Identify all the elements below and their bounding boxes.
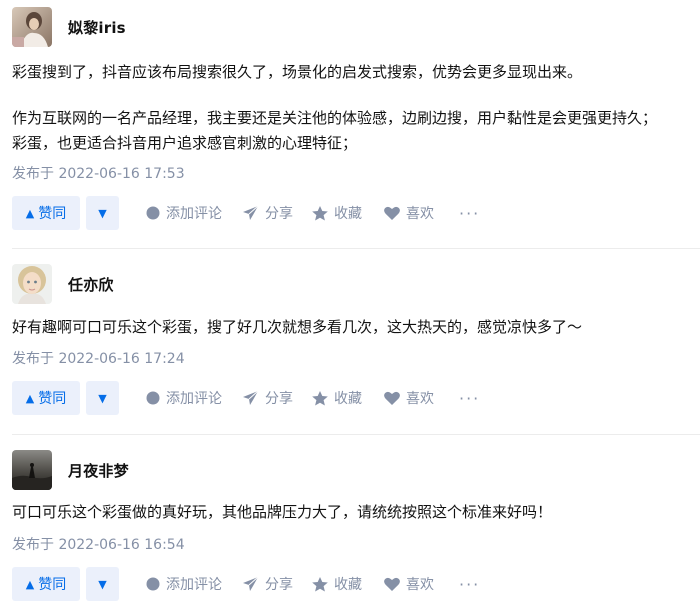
heart-icon [384, 206, 400, 220]
author-info: 姒黎iris [12, 7, 126, 47]
more-button[interactable]: ··· [459, 204, 480, 223]
favorite-label: 收藏 [334, 577, 362, 593]
content-paragraph: 彩蛋搜到了，抖音应该布局搜索很久了，场景化的启发式搜索，优势会更多显现出来。 [12, 63, 583, 81]
more-button[interactable]: ··· [459, 575, 480, 594]
like-label: 喜欢 [406, 206, 434, 222]
avatar[interactable] [12, 450, 52, 490]
favorite-label: 收藏 [334, 206, 362, 222]
share-label: 分享 [265, 391, 293, 407]
publish-time[interactable]: 发布于 2022-06-16 17:24 [12, 348, 185, 368]
vote-down-button[interactable]: ▼ [86, 196, 119, 230]
action-bar: ▲ 赞同 ▼ 添加评论 分享 收藏 喜欢 ··· [12, 566, 480, 602]
favorite-label: 收藏 [334, 391, 362, 407]
author-info: 任亦欣 [12, 264, 114, 304]
author-name[interactable]: 月夜非梦 [68, 460, 129, 481]
like-button[interactable]: 喜欢 [384, 203, 434, 223]
heart-icon [384, 577, 400, 591]
avatar[interactable] [12, 264, 52, 304]
author-name[interactable]: 姒黎iris [68, 17, 126, 38]
comment-icon [146, 206, 160, 220]
vote-down-button[interactable]: ▼ [86, 381, 119, 415]
publish-time[interactable]: 发布于 2022-06-16 17:53 [12, 163, 185, 183]
vote-up-button[interactable]: ▲ 赞同 [12, 196, 80, 230]
comment-label: 添加评论 [166, 206, 222, 222]
vote-down-button[interactable]: ▼ [86, 567, 119, 601]
share-icon [243, 391, 259, 405]
triangle-down-icon: ▼ [98, 206, 107, 220]
author-info: 月夜非梦 [12, 450, 129, 490]
triangle-up-icon: ▲ [25, 391, 35, 405]
comment-button[interactable]: 添加评论 [146, 203, 222, 223]
favorite-button[interactable]: 收藏 [312, 203, 362, 223]
vote-up-label: 赞同 [38, 391, 67, 407]
content-paragraph: 彩蛋，也更适合抖音用户追求感官刺激的心理特征； [12, 134, 358, 152]
favorite-button[interactable]: 收藏 [312, 388, 362, 408]
divider [12, 248, 700, 249]
comment-label: 添加评论 [166, 391, 222, 407]
share-button[interactable]: 分享 [243, 203, 293, 223]
more-button[interactable]: ··· [459, 389, 480, 408]
like-label: 喜欢 [406, 577, 434, 593]
action-bar: ▲ 赞同 ▼ 添加评论 分享 收藏 喜欢 ··· [12, 195, 480, 231]
share-button[interactable]: 分享 [243, 574, 293, 594]
like-button[interactable]: 喜欢 [384, 574, 434, 594]
vote-up-button[interactable]: ▲ 赞同 [12, 381, 80, 415]
comment-button[interactable]: 添加评论 [146, 388, 222, 408]
divider [12, 434, 700, 435]
triangle-up-icon: ▲ [25, 577, 35, 591]
comment-label: 添加评论 [166, 577, 222, 593]
share-label: 分享 [265, 577, 293, 593]
content-paragraph: 作为互联网的一名产品经理，我主要还是关注他的体验感，边刷边搜，用户黏性是会更强更… [12, 109, 658, 127]
comment-button[interactable]: 添加评论 [146, 574, 222, 594]
vote-up-button[interactable]: ▲ 赞同 [12, 567, 80, 601]
content-paragraph: 可口可乐这个彩蛋做的真好玩，其他品牌压力大了，请统统按照这个标准来好吗！ [12, 503, 553, 521]
answer-content: 可口可乐这个彩蛋做的真好玩，其他品牌压力大了，请统统按照这个标准来好吗！ [12, 500, 690, 525]
author-name[interactable]: 任亦欣 [68, 274, 114, 295]
triangle-down-icon: ▼ [98, 391, 107, 405]
star-icon [312, 205, 328, 220]
like-button[interactable]: 喜欢 [384, 388, 434, 408]
action-bar: ▲ 赞同 ▼ 添加评论 分享 收藏 喜欢 ··· [12, 380, 480, 416]
heart-icon [384, 391, 400, 405]
answer-content: 彩蛋搜到了，抖音应该布局搜索很久了，场景化的启发式搜索，优势会更多显现出来。 作… [12, 60, 690, 156]
answer-content: 好有趣啊可口可乐这个彩蛋，搜了好几次就想多看几次，这大热天的，感觉凉快多了～ [12, 315, 690, 340]
share-button[interactable]: 分享 [243, 388, 293, 408]
vote-up-label: 赞同 [38, 206, 67, 222]
favorite-button[interactable]: 收藏 [312, 574, 362, 594]
like-label: 喜欢 [406, 391, 434, 407]
avatar[interactable] [12, 7, 52, 47]
comment-icon [146, 577, 160, 591]
content-paragraph: 好有趣啊可口可乐这个彩蛋，搜了好几次就想多看几次，这大热天的，感觉凉快多了～ [12, 318, 583, 336]
triangle-down-icon: ▼ [98, 577, 107, 591]
share-icon [243, 577, 259, 591]
publish-time[interactable]: 发布于 2022-06-16 16:54 [12, 534, 185, 554]
vote-up-label: 赞同 [38, 577, 67, 593]
comment-icon [146, 391, 160, 405]
triangle-up-icon: ▲ [25, 206, 35, 220]
share-icon [243, 206, 259, 220]
star-icon [312, 390, 328, 405]
share-label: 分享 [265, 206, 293, 222]
star-icon [312, 576, 328, 591]
